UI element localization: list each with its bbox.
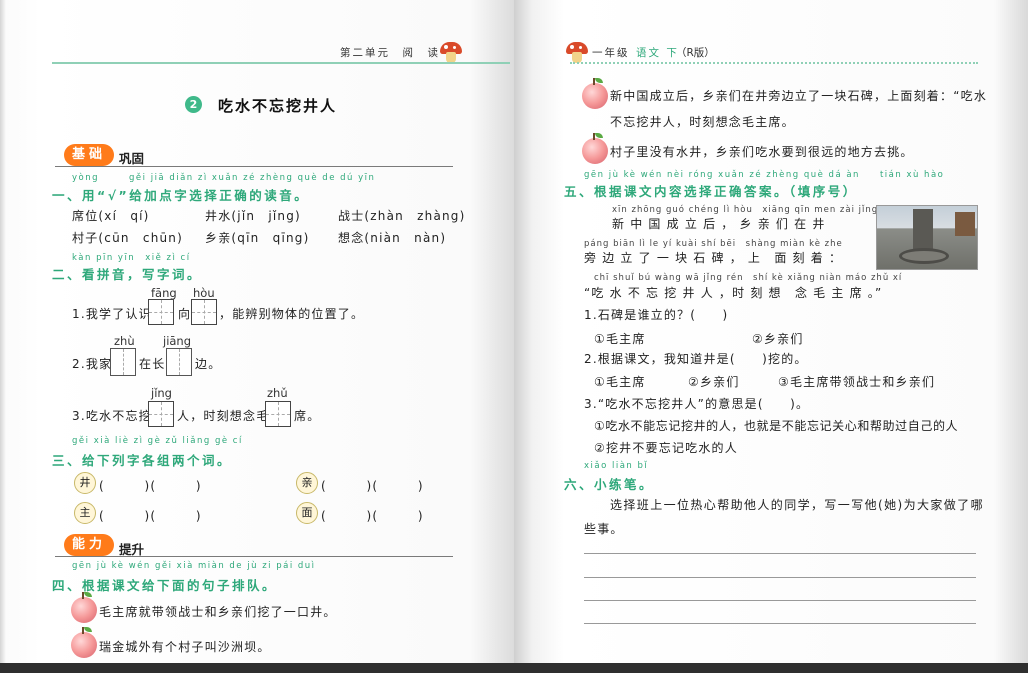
answer-blank: ( )( ) — [99, 479, 202, 493]
character-tile: 井 — [74, 472, 96, 494]
q6-pinyin: xiǎo liàn bǐ — [584, 461, 649, 471]
q5-option: ②乡亲们 — [752, 332, 804, 346]
pinyin-hint: hòu — [193, 286, 215, 300]
q5-sub2: 2.根据课文，我知道井是( )挖的。 — [584, 352, 808, 366]
basics-label: 巩固 — [119, 151, 145, 166]
q2-sentence: 2.我家 — [72, 357, 113, 371]
character-box[interactable] — [166, 348, 192, 376]
subject-label: 语文 下 — [636, 47, 679, 59]
section-line — [55, 166, 453, 167]
apple-icon — [71, 592, 97, 623]
left-page-header: 第二单元 阅 读 — [340, 47, 440, 59]
character-box[interactable] — [148, 401, 174, 427]
q2-sentence: 人，时刻想念毛 — [177, 409, 270, 423]
pinyin-hint: jiāng — [163, 334, 192, 348]
character-box[interactable] — [265, 401, 291, 427]
q1-pinyin: yòng gěi jiā diǎn zì xuǎn zé zhèng què d… — [72, 173, 376, 183]
answer-blank: ( )( ) — [321, 509, 424, 523]
q1-item: 乡亲(qīn qīng) — [205, 231, 310, 245]
q5-option: ①毛主席 — [594, 375, 646, 389]
pinyin-hint: zhù — [114, 334, 135, 348]
q5-title: 五、根据课文内容选择正确答案。（填序号） — [564, 184, 858, 199]
q2-pinyin: kàn pīn yīn xiě zì cí — [72, 253, 191, 263]
pinyin-hint: fāng — [151, 286, 177, 300]
character-tile: 面 — [296, 502, 318, 524]
passage-line: “吃 水 不 忘 挖 井 人 ，时 刻 想 念 毛 主 席 。” — [584, 286, 883, 300]
lesson-number: 2 — [185, 96, 202, 113]
q1-item: 村子(cūn chūn) — [72, 231, 183, 245]
q2-sentence: 席。 — [294, 409, 321, 423]
q1-item: 井水(jǐn jǐng) — [205, 209, 301, 223]
right-page: 一年级 语文 下 （R版） 新中国成立后，乡亲们在井旁边立了一块石碑，上面刻着：… — [514, 0, 1028, 673]
mushroom-icon — [440, 40, 462, 64]
q2-sentence: 1.我学了认识 — [72, 307, 152, 321]
order-sentence: 新中国成立后，乡亲们在井旁边立了一块石碑，上面刻着：“吃水 — [610, 89, 988, 103]
basics-badge: 基础 — [64, 144, 115, 166]
q6-prompt: 些事。 — [584, 522, 624, 536]
writing-line[interactable] — [584, 577, 976, 578]
q5-sub1: 1.石碑是谁立的？( ) — [584, 308, 729, 322]
passage-line: 旁 边 立 了 一 块 石 碑 ， 上 面 刻 着 ： — [584, 251, 843, 265]
lesson-title: 吃水不忘挖井人 — [218, 97, 338, 115]
writing-line[interactable] — [584, 553, 976, 554]
ability-badge: 能力 — [64, 534, 115, 556]
pinyin-hint: zhǔ — [267, 386, 288, 400]
q2-sentence: 边。 — [195, 357, 222, 371]
q1-title: 一、用“√”给加点字选择正确的读音。 — [52, 188, 310, 203]
mushroom-icon — [566, 40, 588, 64]
stone-tablet-photo — [876, 205, 978, 270]
order-sentence: 村子里没有水井，乡亲们吃水要到很远的地方去挑。 — [610, 145, 914, 159]
q6-title: 六、小练笔。 — [564, 477, 655, 492]
passage-pinyin: chī shuǐ bú wàng wā jǐng rén shí kè xiǎn… — [594, 273, 903, 283]
pinyin-hint: jǐng — [151, 386, 172, 400]
left-page: 第二单元 阅 读 2 吃水不忘挖井人 基础 巩固 yòng gěi jiā di… — [0, 0, 514, 673]
q4-pinyin: gēn jù kè wén gěi xià miàn de jù zi pái … — [72, 561, 316, 571]
writing-line[interactable] — [584, 600, 976, 601]
section-line — [55, 556, 453, 557]
character-box[interactable] — [148, 299, 174, 325]
q2-sentence: 向 — [178, 307, 192, 321]
q2-sentence: 3.吃水不忘挖 — [72, 409, 152, 423]
q2-sentence: ，能辨别物体的位置了。 — [219, 307, 365, 321]
apple-icon — [582, 133, 608, 164]
order-sentence: 瑞金城外有个村子叫沙洲坝。 — [99, 640, 271, 654]
answer-blank: ( )( ) — [99, 509, 202, 523]
q5-option: ①吃水不能忘记挖井的人，也就是不能忘记关心和帮助过自己的人 — [594, 419, 959, 433]
apple-icon — [582, 78, 608, 109]
grade-label: 一年级 — [592, 47, 630, 59]
character-tile: 主 — [74, 502, 96, 524]
order-sentence: 不忘挖井人，时刻想念毛主席。 — [610, 115, 795, 129]
character-box[interactable] — [191, 299, 217, 325]
apple-icon — [71, 627, 97, 658]
edition-label: （R版） — [676, 47, 715, 59]
header-rule — [52, 62, 510, 64]
header-rule — [570, 62, 978, 64]
q2-title: 二、看拼音，写字词。 — [52, 267, 203, 282]
q1-item: 战士(zhàn zhàng) — [338, 209, 466, 223]
bottom-bar — [0, 663, 1028, 673]
q3-title: 三、给下列字各组两个词。 — [52, 453, 233, 468]
answer-blank: ( )( ) — [321, 479, 424, 493]
q1-item: 席位(xí qí) — [72, 209, 150, 223]
passage-pinyin: páng biān lì le yí kuài shí bēi shàng mi… — [584, 239, 843, 249]
q1-item: 想念(niàn nàn) — [338, 231, 447, 245]
writing-line[interactable] — [584, 623, 976, 624]
q5-option: ②乡亲们 — [688, 375, 740, 389]
q2-sentence: 在长 — [139, 357, 166, 371]
passage-pinyin: xīn zhōng guó chéng lì hòu xiāng qīn men… — [612, 205, 879, 215]
passage-line: 新 中 国 成 立 后 ， 乡 亲 们 在 井 — [612, 217, 826, 231]
q3-pinyin: gěi xià liè zì gè zǔ liǎng gè cí — [72, 436, 243, 446]
q5-sub3: 3.“吃水不忘挖井人”的意思是( )。 — [584, 397, 810, 411]
q6-prompt: 选择班上一位热心帮助他人的同学，写一写他(她)为大家做了哪 — [610, 498, 984, 512]
q5-option: ③毛主席带领战士和乡亲们 — [778, 375, 936, 389]
character-tile: 亲 — [296, 472, 318, 494]
q5-option: ②挖井不要忘记吃水的人 — [594, 441, 738, 455]
q5-pinyin: gēn jù kè wén nèi róng xuǎn zé zhèng què… — [584, 170, 945, 180]
q5-option: ①毛主席 — [594, 332, 646, 346]
character-box[interactable] — [110, 348, 136, 376]
order-sentence: 毛主席就带领战士和乡亲们挖了一口井。 — [99, 605, 337, 619]
